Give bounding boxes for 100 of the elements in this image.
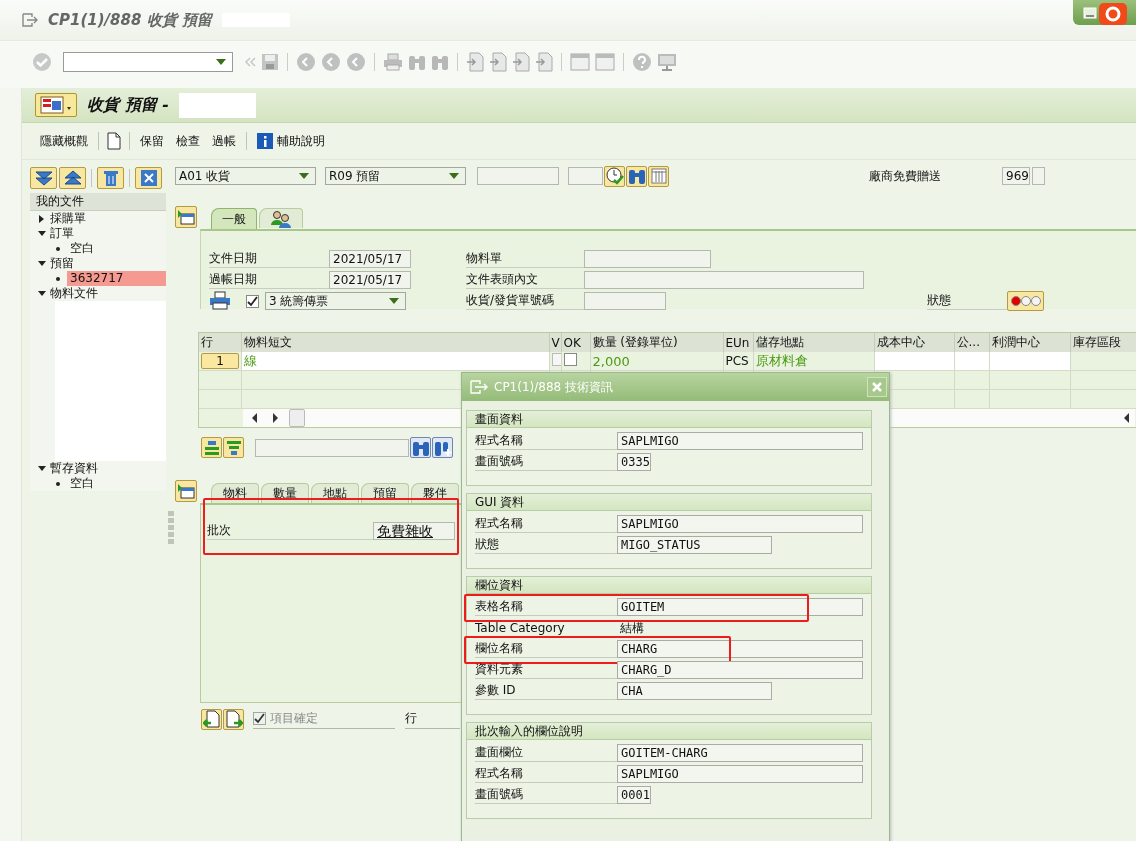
tab[interactable]: 地點 [311,483,359,503]
check-icon[interactable] [32,51,52,72]
checkbox[interactable] [551,353,560,366]
checkbox[interactable] [246,294,259,308]
grid-button[interactable] [648,165,669,187]
column-header[interactable]: 物料短文 [241,333,549,352]
checkbox[interactable] [253,712,266,725]
page-arrow-icon[interactable] [535,51,553,72]
field-value: 結構 [619,619,644,637]
document-icon[interactable] [107,132,121,150]
next-item-button[interactable] [223,708,244,730]
toolbar-button[interactable]: 輔助說明 [255,130,327,152]
output-field[interactable]: MIGO_STATUS [617,536,772,554]
date-field[interactable]: 2021/05/17 [329,271,411,289]
find-next-button[interactable] [432,437,453,458]
expand-all-button[interactable] [30,167,57,189]
input-field[interactable] [568,167,603,185]
window-icon[interactable] [570,52,590,71]
window-icon[interactable] [595,52,615,71]
output-field[interactable]: SAPLMIGO [617,515,863,533]
input-field[interactable] [584,271,864,289]
input-field[interactable] [584,292,666,310]
column-header[interactable]: OK [561,333,590,352]
insert-row-button[interactable] [201,437,222,458]
monitor-icon[interactable] [657,51,677,72]
expanded-arrow-icon[interactable] [38,229,46,238]
column-header[interactable]: 庫存區段 [1070,333,1136,352]
column-header[interactable]: 利潤中心 [989,333,1070,352]
row-button[interactable]: 1 [201,353,239,369]
toolbar-button[interactable]: 過帳 [210,130,238,152]
collapse-all-button[interactable] [59,167,86,189]
column-header[interactable]: 成本中心 [874,333,954,352]
collapsed-arrow-icon[interactable] [38,214,46,223]
right-arrow-icon[interactable] [271,413,279,423]
column-header[interactable]: 公... [954,333,989,352]
printer-icon[interactable] [209,291,231,311]
previous-item-button[interactable] [201,708,222,730]
toggle-button[interactable] [175,206,197,228]
tab[interactable]: 一般 [211,208,257,229]
output-field[interactable]: GOITEM-CHARG [617,744,863,762]
toolbar-button[interactable]: 隱藏概觀 [38,130,90,152]
tab[interactable]: 物料 [211,483,259,503]
output-field[interactable]: SAPLMIGO [617,765,863,783]
help-icon[interactable] [632,51,652,72]
logo-icon[interactable] [1098,2,1128,26]
page-arrow-icon[interactable] [512,51,530,72]
scrollbar-thumb[interactable] [289,409,305,427]
output-field[interactable]: CHARG_D [617,661,863,679]
toggle-button[interactable] [175,480,197,502]
batch-field[interactable]: 免費雜收 [373,522,455,540]
tab[interactable]: 夥伴 [411,483,459,503]
find-button[interactable] [410,437,431,458]
left-arrow-icon[interactable] [251,413,259,423]
group-title: 批次輸入的欄位說明 [467,723,871,740]
caret-icon [216,58,226,65]
input-field[interactable] [584,250,711,268]
expanded-arrow-icon[interactable] [38,259,46,268]
left-arrow-icon[interactable] [1123,413,1131,423]
rows-icon [202,439,221,456]
column-header[interactable]: 數量 (登錄單位) [590,333,723,352]
expanded-arrow-icon[interactable] [38,464,46,473]
save-icon[interactable] [261,52,279,71]
page-arrow-icon[interactable] [489,51,507,72]
table-cell [954,352,989,371]
checkbox[interactable] [563,353,577,366]
menu-button[interactable] [35,93,77,117]
dropdown[interactable]: R09 預留 [325,167,466,185]
input-field[interactable]: 969 [1002,167,1030,185]
search-field[interactable] [255,438,409,457]
date-field[interactable]: 2021/05/17 [329,250,411,268]
output-field[interactable]: 0001 [617,786,651,804]
page-arrow-icon[interactable] [466,51,484,72]
tab[interactable]: 數量 [261,483,309,503]
column-header[interactable]: 行 [199,333,241,352]
output-field[interactable]: 0335 [617,453,651,471]
input-field[interactable] [1032,167,1045,185]
output-field[interactable]: SAPLMIGO [617,432,863,450]
clock-check-button[interactable] [604,165,625,187]
screen-title: 收貨 預留 - [87,94,169,116]
close-button[interactable] [135,167,162,189]
output-field[interactable]: CHA [617,682,772,700]
column-header[interactable]: 儲存地點 [753,333,874,352]
input-field[interactable] [477,167,559,185]
tab[interactable]: 預留 [361,483,409,503]
dropdown[interactable]: A01 收貨 [175,167,316,185]
toolbar-button[interactable]: 保留 [138,130,166,152]
expanded-arrow-icon[interactable] [38,289,46,298]
tab[interactable] [259,208,303,228]
delete-button[interactable] [97,167,124,189]
output-field[interactable]: CHARG [617,640,863,658]
find-button[interactable] [626,165,647,187]
dropdown[interactable]: 3 統籌傳票 [265,292,406,310]
print-icon[interactable] [383,52,403,71]
splitter-handle[interactable] [167,511,174,547]
filter-icon [224,439,243,456]
toolbar-button[interactable]: 檢查 [174,130,202,152]
output-field[interactable]: GOITEM [617,598,863,616]
command-field[interactable] [63,51,233,72]
column-header[interactable]: EUn [723,333,753,352]
filter-button[interactable] [223,437,244,458]
